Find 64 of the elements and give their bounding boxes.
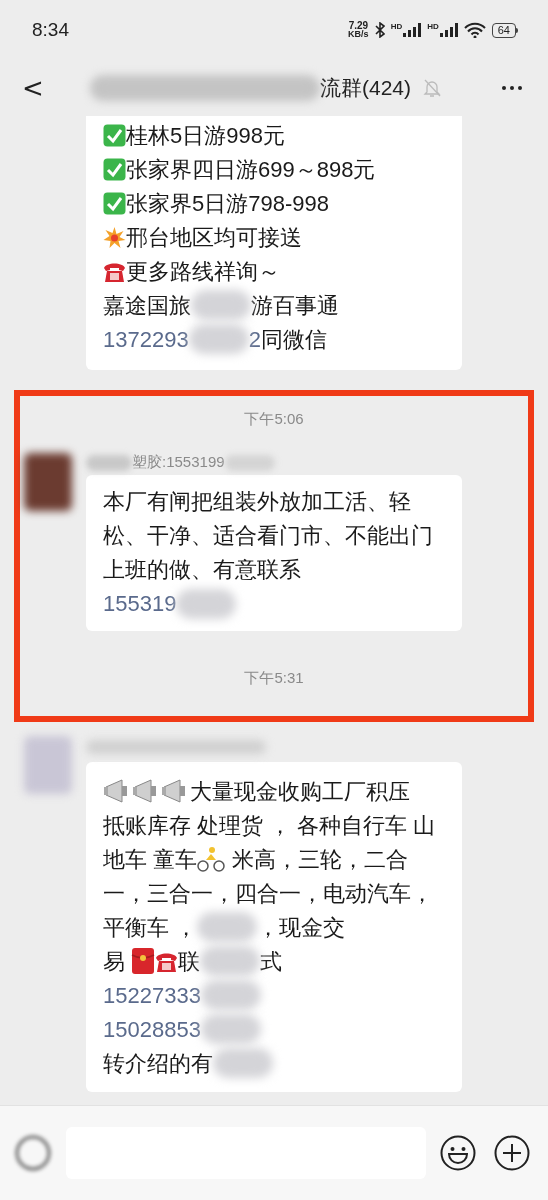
signal-icon: [439, 23, 458, 37]
message-text: 游百事通: [251, 291, 339, 320]
status-time: 8:34: [32, 17, 69, 42]
message-text: 易: [103, 947, 126, 976]
message-text: 转介绍的有: [103, 1049, 213, 1078]
message-text: 同微信: [260, 325, 327, 354]
check-icon: [103, 123, 126, 147]
smiley-icon: [440, 1135, 476, 1171]
message-text: 嘉途国旅: [103, 291, 191, 320]
hd-label: HD: [390, 23, 403, 31]
message-text: 式: [260, 947, 283, 976]
network-speed: 7.29: [348, 21, 369, 30]
plus-icon: [494, 1135, 530, 1171]
message-text: 张家界5日游798-998: [126, 189, 329, 218]
check-icon: [103, 191, 126, 215]
timestamp: 下午5:31: [244, 667, 304, 688]
message-text: 邢台地区均可接送: [126, 223, 302, 252]
timestamp: 下午5:06: [244, 409, 304, 429]
redaction-blur: [191, 290, 251, 320]
avatar: [24, 736, 72, 794]
signal-icon: [403, 23, 422, 37]
redaction-blur: [200, 980, 261, 1010]
network-speed-unit: KB/s: [348, 30, 369, 39]
chat-title: 流群(424): [320, 75, 412, 102]
redaction-blur: [213, 1048, 273, 1078]
bluetooth-icon: [374, 22, 385, 38]
redaction-blur: [200, 1014, 261, 1044]
message-text: 地车 童车: [103, 845, 198, 874]
plus-button[interactable]: [494, 1135, 530, 1171]
envelope-icon: [131, 947, 156, 975]
redaction-blur: [200, 946, 261, 976]
battery-indicator: 64: [491, 22, 516, 38]
message-text: 一，三合一，四合一，电动汽车，: [103, 879, 433, 908]
phone-link[interactable]: 15028853: [103, 1012, 201, 1046]
cyclist-icon: [197, 846, 227, 872]
phone-link[interactable]: 1372293: [103, 322, 189, 356]
hd-label: HD: [427, 23, 439, 31]
avatar: [24, 452, 72, 511]
message-text: 大量现金收购工厂积压: [190, 777, 410, 806]
phone-link[interactable]: 15227333: [103, 978, 201, 1012]
message-text: 平衡车 ，: [103, 913, 198, 942]
wifi-icon: [463, 22, 486, 38]
redaction-blur: [176, 588, 237, 619]
message-text: 更多路线祥询～: [126, 257, 280, 286]
phone-link[interactable]: 2: [248, 322, 261, 356]
message-text: ，现金交: [257, 913, 346, 942]
phone-link[interactable]: 155319: [103, 587, 177, 620]
message-text: 本厂有闸把组装外放加工活、轻: [103, 488, 411, 516]
redaction-blur: [224, 454, 275, 471]
message-text: 松、干净、适合看门市、不能出门: [103, 522, 433, 550]
message-text: 联: [178, 947, 201, 976]
emoji-button[interactable]: [440, 1135, 476, 1171]
redaction-blur: [188, 324, 249, 354]
check-icon: [103, 157, 126, 181]
sender-name: 塑胶:1553199: [132, 452, 225, 473]
message-text: 张家界四日游699～898元: [126, 155, 376, 184]
message-text: 桂林5日游998元: [126, 121, 285, 150]
back-button[interactable]: <: [22, 75, 42, 101]
message-text: 米高，三轮，二合: [231, 845, 409, 874]
message-text: 抵账库存 处理货 ， 各种自行车 山: [103, 811, 436, 840]
redaction-blur: [197, 912, 258, 942]
burst-icon: [103, 225, 126, 249]
redaction-blur: [86, 454, 132, 471]
message-text: 上班的做、有意联系: [103, 556, 301, 584]
